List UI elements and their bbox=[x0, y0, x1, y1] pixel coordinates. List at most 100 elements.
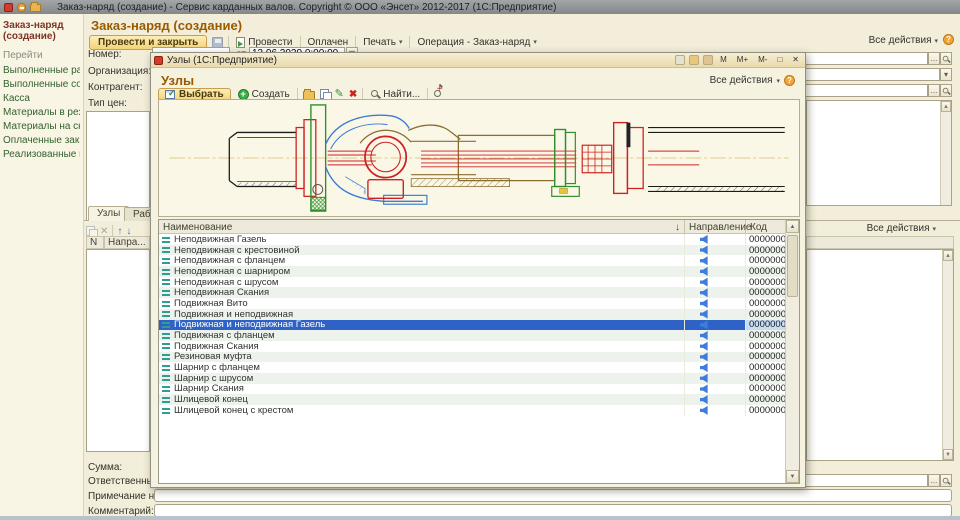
scrollbar[interactable]: ▲ bbox=[940, 101, 951, 205]
grid-body-right-fragment[interactable]: ▲ ▼ bbox=[806, 249, 954, 461]
cell-direction bbox=[685, 394, 746, 405]
sidebar-item-sold-materials[interactable]: Реализованные материалы bbox=[3, 149, 80, 160]
cell-name: Неподвижная Скания bbox=[159, 287, 685, 298]
chevron-down-icon: ▾ bbox=[776, 77, 780, 85]
list-item-icon bbox=[162, 365, 170, 371]
calendar-icon[interactable] bbox=[689, 55, 699, 65]
table-row[interactable]: Подвижная с фланцем000000003 bbox=[159, 330, 786, 341]
table-row[interactable]: Неподвижная Газель000000022 bbox=[159, 234, 786, 245]
table-row[interactable]: Шарнир с шрусом000000010 bbox=[159, 373, 786, 384]
cell-name: Шарнир с фланцем bbox=[159, 362, 685, 373]
cell-code: 000000008 bbox=[746, 266, 786, 277]
column-header-name[interactable]: Наименование ↓ bbox=[159, 220, 685, 233]
column-header-direction[interactable]: Направление bbox=[685, 220, 746, 233]
list-item-icon bbox=[162, 269, 170, 275]
sidebar-item-cash[interactable]: Касса bbox=[3, 93, 80, 104]
scroll-up-icon[interactable]: ▲ bbox=[943, 250, 953, 261]
print-menu-button[interactable]: Печать▾ bbox=[361, 37, 404, 48]
table-row[interactable]: Неподвижная с крестовиной000000007 bbox=[159, 245, 786, 256]
sidebar-item-materials-reserved[interactable]: Материалы в резерве bbox=[3, 107, 80, 118]
paid-button[interactable]: Оплачен bbox=[306, 37, 351, 48]
magnifier-button[interactable] bbox=[940, 474, 952, 487]
edit-pencil-icon[interactable]: ✎ bbox=[335, 89, 344, 100]
all-actions-button-grid[interactable]: Все действия▾ bbox=[867, 223, 936, 234]
all-actions-button-dialog[interactable]: Все действия ▾ ? bbox=[710, 75, 795, 86]
price-type-list[interactable] bbox=[86, 111, 150, 221]
memory-button-m[interactable]: М bbox=[717, 54, 730, 66]
cell-direction bbox=[685, 362, 746, 373]
calculator-icon[interactable] bbox=[703, 55, 713, 65]
copy-icon[interactable] bbox=[86, 226, 96, 237]
column-header-code[interactable]: Код bbox=[746, 220, 786, 233]
move-down-icon[interactable]: ↓ bbox=[126, 226, 131, 237]
scroll-down-icon[interactable]: ▼ bbox=[786, 470, 799, 483]
ellipsis-button[interactable]: ... bbox=[928, 84, 940, 97]
scroll-thumb[interactable] bbox=[787, 235, 798, 297]
scroll-down-icon[interactable]: ▼ bbox=[943, 449, 953, 460]
help-button[interactable]: ? bbox=[784, 75, 795, 86]
table-row[interactable]: Неподвижная Скания000000021 bbox=[159, 287, 786, 298]
table-row[interactable]: Неподвижная с фланцем000000018 bbox=[159, 255, 786, 266]
delete-icon[interactable]: ✕ bbox=[100, 226, 108, 237]
grid-col-direction[interactable]: Напра... bbox=[104, 236, 150, 249]
table-row[interactable]: Подвижная и неподвижная Газель000000023 bbox=[159, 320, 786, 331]
scroll-up-icon[interactable]: ▲ bbox=[941, 101, 951, 112]
magnifier-button[interactable] bbox=[940, 52, 952, 65]
cell-name: Подвижная с фланцем bbox=[159, 330, 685, 341]
copy-icon[interactable] bbox=[320, 89, 330, 100]
cell-code: 000000009 bbox=[746, 298, 786, 309]
clear-search-icon[interactable] bbox=[433, 89, 443, 99]
table-row[interactable]: Шлицевой конец000000013 bbox=[159, 394, 786, 405]
save-icon[interactable] bbox=[212, 37, 223, 48]
page-icon[interactable] bbox=[675, 55, 685, 65]
contragent-input[interactable] bbox=[784, 68, 940, 81]
sidebar-item-completed-by-employee[interactable]: Выполненные сотрудника... bbox=[3, 79, 80, 90]
cell-code: 000000001 bbox=[746, 362, 786, 373]
upper-list-area[interactable]: ▲ bbox=[806, 100, 952, 206]
table-row[interactable]: Резиновая муфта000000017 bbox=[159, 352, 786, 363]
print-note-input[interactable] bbox=[154, 489, 952, 502]
chevron-down-icon: ▾ bbox=[934, 37, 938, 45]
sidebar-item-completed-works[interactable]: Выполненные работы bbox=[3, 65, 80, 76]
memory-button-m-plus[interactable]: М+ bbox=[734, 54, 751, 66]
scrollbar[interactable]: ▲ ▼ bbox=[942, 250, 953, 460]
help-button[interactable]: ? bbox=[943, 34, 954, 45]
table-row[interactable]: Шлицевой конец с крестом000000002 bbox=[159, 405, 786, 416]
table-row[interactable]: Неподвижная с шарниром000000008 bbox=[159, 266, 786, 277]
cell-direction bbox=[685, 255, 746, 266]
magnifier-button[interactable] bbox=[940, 84, 952, 97]
folder-icon[interactable] bbox=[30, 4, 41, 12]
grid-body-left-fragment[interactable] bbox=[86, 249, 150, 452]
dialog-titlebar[interactable]: Узлы (1С:Предприятие) М М+ М- □ ✕ bbox=[151, 53, 805, 68]
maximize-button[interactable]: □ bbox=[774, 54, 785, 66]
separator bbox=[409, 36, 410, 48]
sidebar-item-paid-orders[interactable]: Оплаченные заказ-наряды bbox=[3, 135, 80, 146]
minimize-icon[interactable] bbox=[17, 3, 26, 12]
ellipsis-button[interactable]: ... bbox=[928, 474, 940, 487]
dropdown-button[interactable]: ▾ bbox=[940, 68, 952, 81]
all-actions-button-top[interactable]: Все действия▾ bbox=[869, 35, 938, 46]
table-row[interactable]: Неподвижная с шрусом000000012 bbox=[159, 277, 786, 288]
table-row[interactable]: Шарнир с фланцем 000000001 bbox=[159, 362, 786, 373]
table-row[interactable]: Шарнир Скания000000015 bbox=[159, 384, 786, 395]
memory-button-m-minus[interactable]: М- bbox=[755, 54, 770, 66]
move-up-icon[interactable]: ↑ bbox=[117, 226, 122, 237]
table-row[interactable]: Подвижная Скания000000020 bbox=[159, 341, 786, 352]
delete-icon[interactable]: ✖ bbox=[349, 89, 357, 100]
document-post-icon bbox=[236, 37, 245, 48]
table-scrollbar[interactable]: ▲ ▼ bbox=[785, 220, 799, 483]
create-button[interactable]: +Создать bbox=[236, 89, 292, 100]
table-row[interactable]: Подвижная Вито000000009 bbox=[159, 298, 786, 309]
cell-direction bbox=[685, 298, 746, 309]
scroll-up-icon[interactable]: ▲ bbox=[786, 220, 799, 233]
sidebar-item-materials-stock[interactable]: Материалы на складе bbox=[3, 121, 80, 132]
ellipsis-button[interactable]: ... bbox=[928, 52, 940, 65]
app-1c-icon[interactable] bbox=[4, 3, 13, 12]
grid-col-n[interactable]: N bbox=[86, 236, 104, 249]
table-row[interactable]: Подвижная и неподвижная000000006 bbox=[159, 309, 786, 320]
close-button[interactable]: ✕ bbox=[789, 54, 802, 66]
direction-speaker-icon bbox=[700, 235, 709, 244]
operation-menu-button[interactable]: Операция - Заказ-наряд▾ bbox=[415, 37, 538, 48]
post-button[interactable]: Провести bbox=[234, 37, 294, 48]
find-button[interactable]: Найти... bbox=[368, 89, 422, 100]
